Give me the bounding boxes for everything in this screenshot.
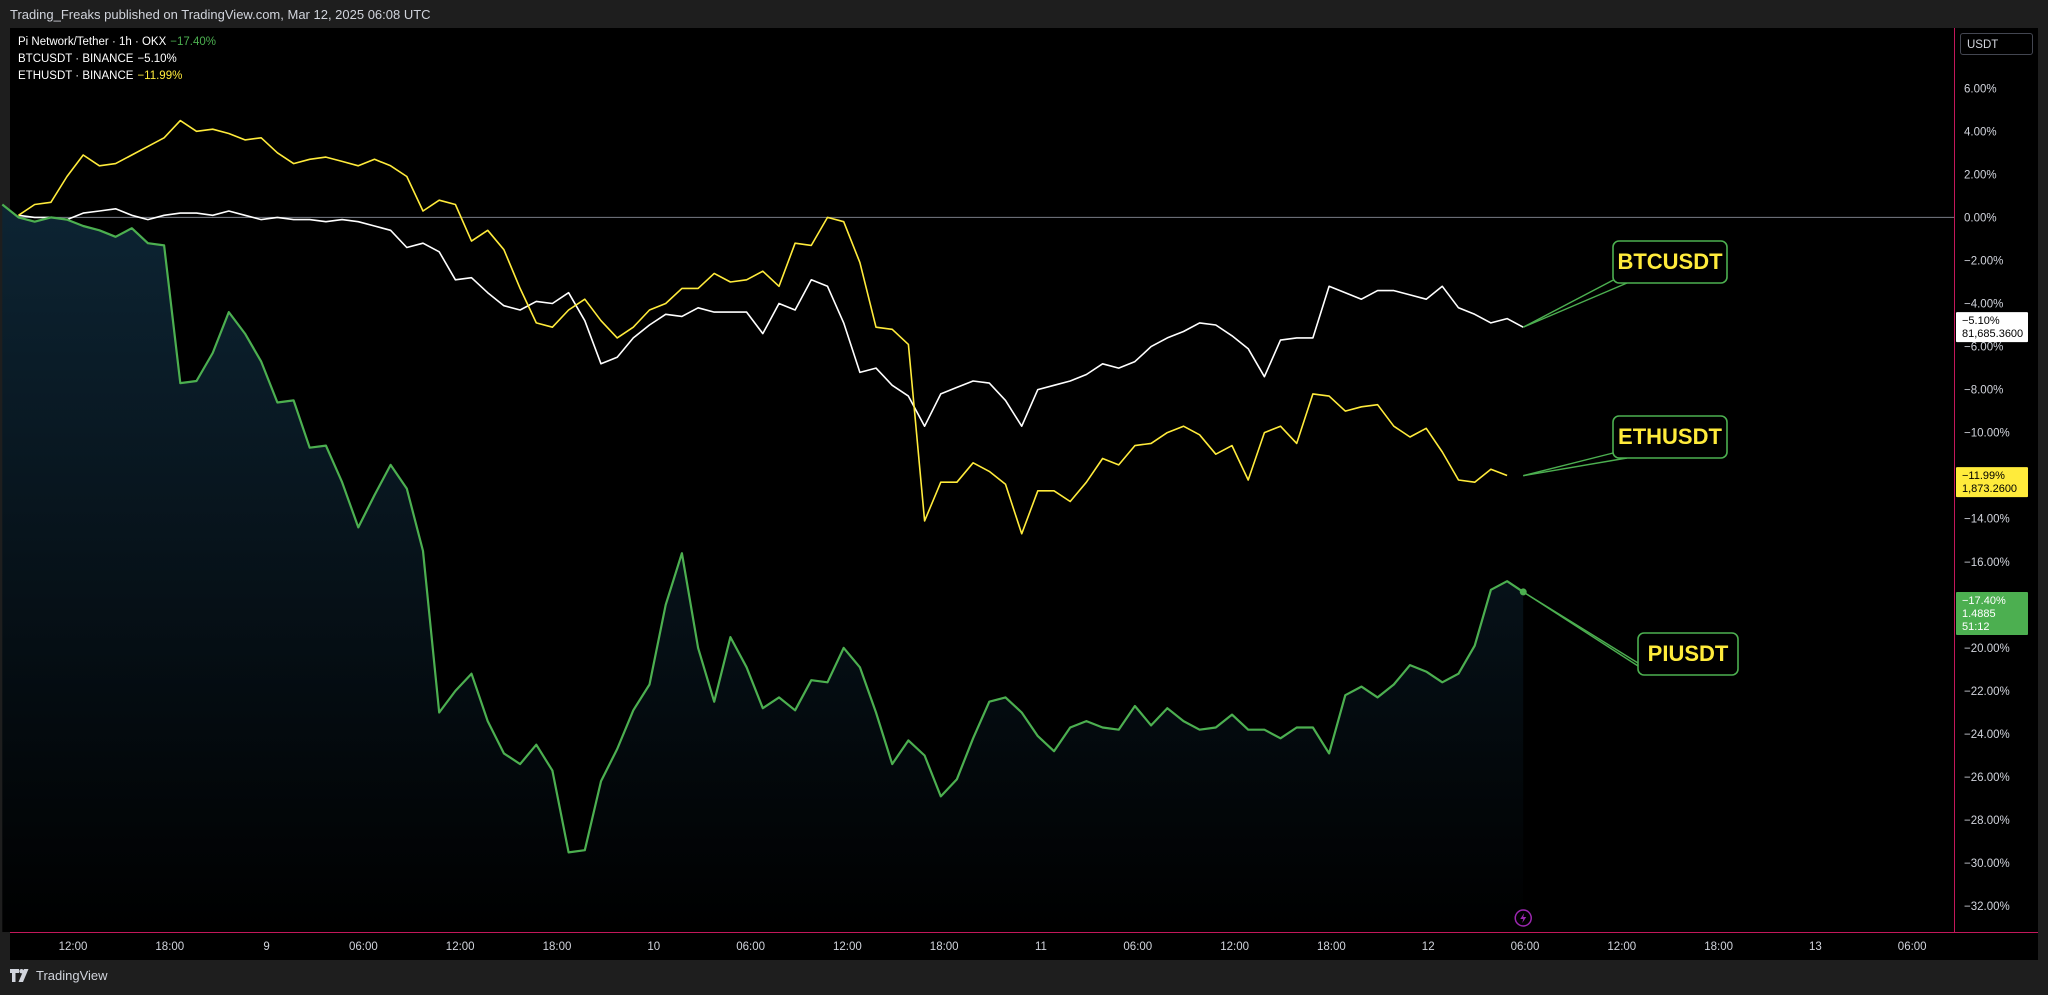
y-tick-label: −14.00% [1964,514,2010,526]
x-tick-label: 10 [647,941,660,953]
x-tick-label: 06:00 [1898,941,1927,953]
x-tick-label: 12 [1422,941,1435,953]
legend: Pi Network/Tether · 1h · OKX −17.40% BTCU… [18,34,216,85]
y-tick-label: −8.00% [1964,385,2003,397]
y-tick-label: −26.00% [1964,772,2010,784]
price-label-text: −11.99% [1962,470,2005,482]
legend-label: ETHUSDT · BINANCE [18,70,134,82]
y-tick-label: −22.00% [1964,686,2010,698]
price-label-text: 51:12 [1962,621,1990,633]
tradingview-logo[interactable]: TradingView [10,968,108,983]
x-tick-label: 12:00 [1607,941,1636,953]
x-tick-label: 18:00 [1704,941,1733,953]
y-tick-label: −24.00% [1964,729,2010,741]
x-tick-label: 06:00 [1123,941,1152,953]
x-tick-label: 12:00 [833,941,862,953]
x-tick-label: 11 [1035,941,1047,953]
y-tick-label: −16.00% [1964,557,2010,569]
x-tick-label: 18:00 [930,941,959,953]
legend-change: −17.40% [170,36,217,48]
x-tick-label: 12:00 [1220,941,1249,953]
x-tick-label: 18:00 [155,941,184,953]
x-tick-label: 06:00 [349,941,378,953]
callout-leader [1523,450,1622,477]
y-tick-label: −4.00% [1964,299,2003,311]
legend-label: BTCUSDT · BINANCE [18,53,134,65]
y-tick-label: −28.00% [1964,815,2010,827]
legend-row-eth[interactable]: ETHUSDT · BINANCE −11.99% [18,68,216,85]
y-tick-label: 4.00% [1964,126,1997,138]
callout-label: PIUSDT [1648,641,1729,666]
y-tick-label: −30.00% [1964,858,2010,870]
callout-leader [1523,457,1628,477]
y-tick-label: 6.00% [1964,83,1997,95]
legend-change: −5.10% [137,53,177,65]
legend-change: −11.99% [137,70,183,82]
x-tick-label: 12:00 [446,941,475,953]
legend-row-btc[interactable]: BTCUSDT · BINANCE −5.10% [18,51,216,68]
price-label-text: 81,685.3600 [1962,328,2023,340]
y-tick-label: 0.00% [1964,212,1997,224]
x-tick-label: 18:00 [543,941,572,953]
x-tick-label: 18:00 [1317,941,1346,953]
x-tick-label: 9 [263,941,269,953]
x-tick-label: 06:00 [1511,941,1540,953]
price-label-text: −5.10% [1962,315,2000,327]
x-tick-label: 13 [1809,941,1822,953]
price-label-text: 1.4885 [1962,608,1996,620]
callout-label: BTCUSDT [1617,249,1723,274]
x-tick-label: 12:00 [59,941,88,953]
y-tick-label: −6.00% [1964,342,2003,354]
chart-svg[interactable]: 6.00% 4.00% 2.00% 0.00% −2.00% −4.00% −6.00% −8… [0,0,2048,995]
callout-leader [1522,275,1622,328]
callout-leader [1522,282,1628,328]
legend-label: Pi Network/Tether · 1h · OKX [18,36,167,48]
legend-row-pi[interactable]: Pi Network/Tether · 1h · OKX −17.40% [18,34,216,51]
price-label-text: 1,873.2600 [1962,483,2017,495]
tradingview-logo-icon [10,968,29,982]
callout-leader [1522,591,1653,676]
y-tick-label: −20.00% [1964,643,2010,655]
y-tick-label: −2.00% [1964,255,2003,267]
tradingview-brand: TradingView [36,968,108,983]
x-tick-label: 06:00 [736,941,765,953]
currency-button[interactable]: USDT [1960,33,2033,55]
y-tick-label: −10.00% [1964,428,2010,440]
price-label-text: −17.40% [1962,595,2006,607]
y-tick-label: 2.00% [1964,169,1997,181]
y-tick-label: −32.00% [1964,901,2010,913]
footer-bar [0,960,2048,995]
callout-label: ETHUSDT [1618,424,1722,449]
